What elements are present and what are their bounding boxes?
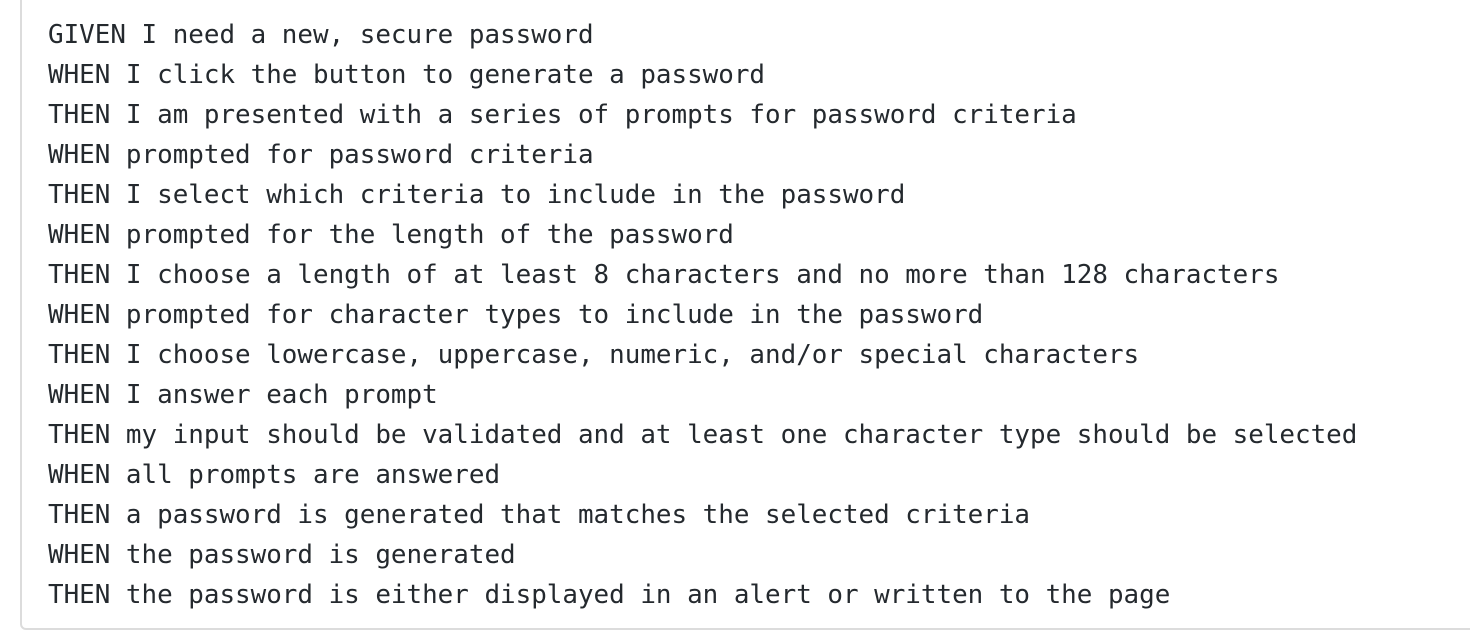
code-block: GIVEN I need a new, secure password WHEN… (20, 0, 1470, 630)
code-line: WHEN all prompts are answered (48, 460, 501, 490)
code-line: WHEN I click the button to generate a pa… (48, 60, 766, 90)
code-line: WHEN the password is generated (48, 540, 516, 570)
code-line: THEN a password is generated that matche… (48, 500, 1031, 530)
code-line: THEN the password is either displayed in… (48, 580, 1171, 610)
code-line: WHEN prompted for character types to inc… (48, 300, 984, 330)
code-line: THEN I choose lowercase, uppercase, nume… (48, 340, 1140, 370)
code-line: GIVEN I need a new, secure password (48, 20, 594, 50)
code-line: WHEN I answer each prompt (48, 380, 438, 410)
code-line: THEN I select which criteria to include … (48, 180, 906, 210)
code-line: THEN I am presented with a series of pro… (48, 100, 1077, 130)
code-line: THEN my input should be validated and at… (48, 420, 1358, 450)
code-line: WHEN prompted for password criteria (48, 140, 594, 170)
code-line: WHEN prompted for the length of the pass… (48, 220, 734, 250)
code-line: THEN I choose a length of at least 8 cha… (48, 260, 1280, 290)
